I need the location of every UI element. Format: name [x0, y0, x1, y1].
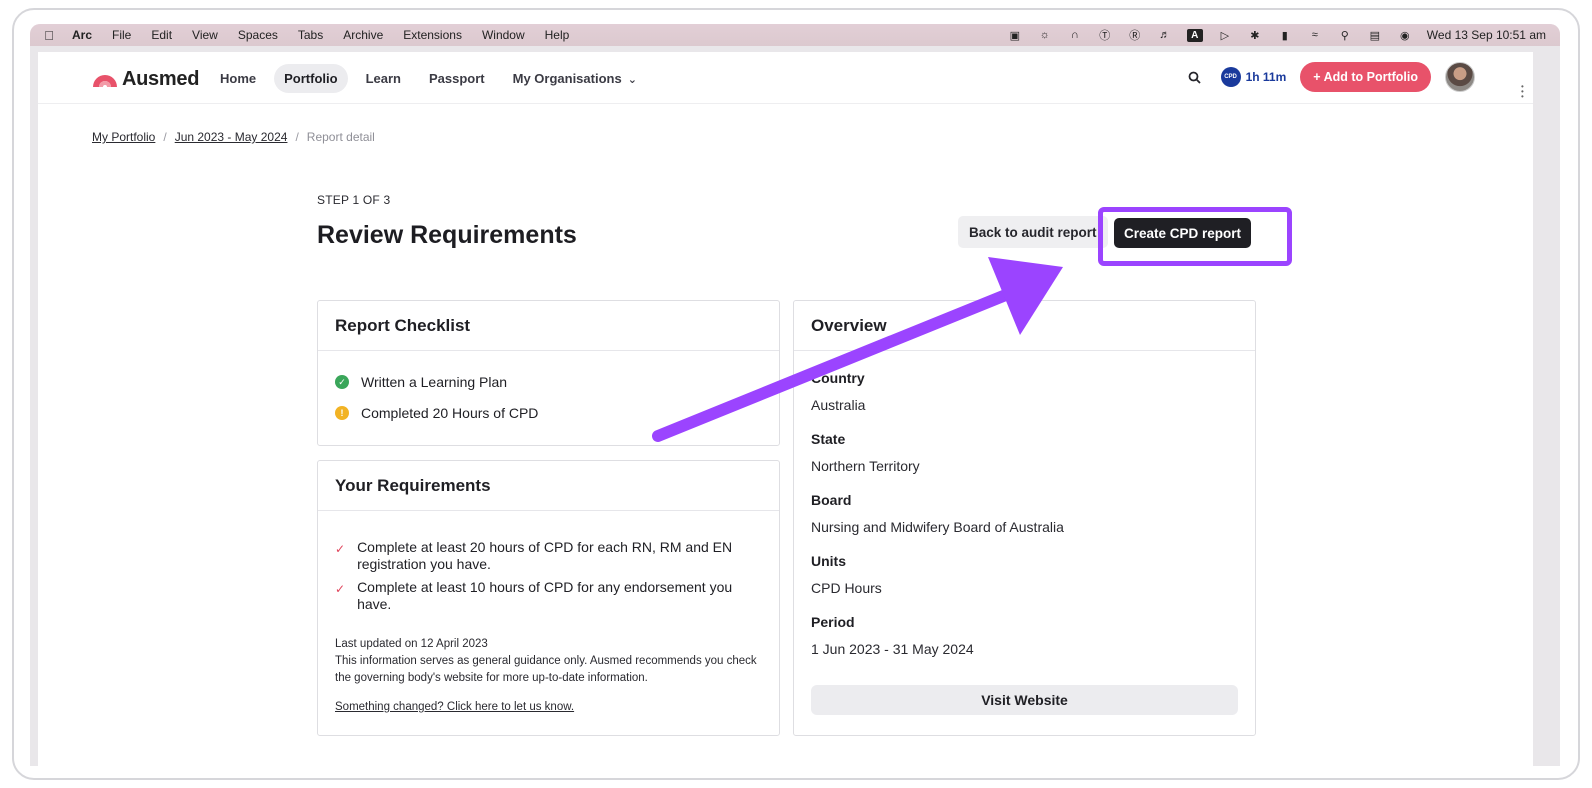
nav-passport[interactable]: Passport — [419, 64, 495, 93]
ausmed-logo[interactable]: Ausmed — [92, 68, 199, 91]
visit-website-button[interactable]: Visit Website — [811, 685, 1238, 715]
bluetooth-icon[interactable]: ✱ — [1247, 29, 1263, 42]
menu-file[interactable]: File — [112, 28, 131, 42]
nav-my-organisations[interactable]: My Organisations ⌄ — [503, 64, 647, 93]
header-actions: CPD 1h 11m + Add to Portfolio — [1183, 62, 1475, 92]
back-to-audit-report-button[interactable]: Back to audit report — [958, 216, 1108, 248]
breadcrumb: My Portfolio / Jun 2023 - May 2024 / Rep… — [92, 130, 375, 144]
menu-spaces[interactable]: Spaces — [238, 28, 278, 42]
keyboard-input-icon[interactable]: A — [1186, 28, 1203, 42]
menu-tabs[interactable]: Tabs — [298, 28, 323, 42]
overview-units-label: Units — [811, 553, 846, 569]
overview-units-value: CPD Hours — [811, 580, 882, 596]
brightness-icon[interactable]: ☼ — [1037, 29, 1053, 42]
cpd-time-indicator[interactable]: CPD 1h 11m — [1220, 67, 1287, 87]
something-changed-link[interactable]: Something changed? Click here to let us … — [335, 701, 574, 713]
requirement-text: Complete at least 20 hours of CPD for ea… — [357, 539, 733, 572]
check-icon: ✓ — [335, 542, 346, 556]
menu-window[interactable]: Window — [482, 28, 525, 42]
overview-period-value: 1 Jun 2023 - 31 May 2024 — [811, 641, 974, 657]
ausmed-logo-mark-icon — [93, 74, 117, 87]
menu-app-name[interactable]: Arc — [72, 28, 92, 42]
requirement-item: ✓ Complete at least 10 hours of CPD for … — [335, 579, 755, 613]
nav-home[interactable]: Home — [210, 64, 266, 93]
checklist-item: ✓ Written a Learning Plan — [335, 374, 507, 390]
screenshot-frame:  Arc File Edit View Spaces Tabs Archive… — [12, 8, 1580, 780]
site-header: Ausmed Home Portfolio Learn Passport My … — [38, 52, 1533, 104]
siri-icon[interactable]: ◉ — [1397, 29, 1413, 42]
avatar[interactable] — [1445, 62, 1475, 92]
overview-title: Overview — [794, 301, 1255, 351]
main-nav: Home Portfolio Learn Passport My Organis… — [210, 64, 647, 93]
browser-window:  Arc File Edit View Spaces Tabs Archive… — [30, 24, 1560, 766]
overview-card: Overview Country Australia State Norther… — [793, 300, 1256, 736]
control-center-icon[interactable]: ▤ — [1367, 29, 1383, 42]
apple-menu-icon[interactable]:  — [42, 28, 56, 43]
check-complete-icon: ✓ — [335, 375, 349, 389]
overview-state-value: Northern Territory — [811, 458, 920, 474]
cpd-time-value: 1h 11m — [1245, 70, 1287, 84]
requirements-note: Last updated on 12 April 2023 This infor… — [335, 636, 765, 687]
last-updated-text: Last updated on 12 April 2023 — [335, 638, 488, 650]
requirement-item: ✓ Complete at least 20 hours of CPD for … — [335, 539, 755, 573]
checklist-item-label: Completed 20 Hours of CPD — [361, 405, 539, 421]
onepassword-icon[interactable]: Ⓣ — [1097, 29, 1113, 42]
highlight-annotation-box — [1098, 207, 1292, 266]
search-button[interactable] — [1183, 65, 1207, 89]
overview-board-value: Nursing and Midwifery Board of Australia — [811, 519, 1064, 535]
breadcrumb-separator: / — [295, 130, 299, 144]
web-page: Ausmed Home Portfolio Learn Passport My … — [38, 52, 1533, 766]
arc-icon[interactable]: ∩ — [1067, 29, 1083, 42]
annotation-arrow — [652, 257, 1063, 442]
checklist-item: ! Completed 20 Hours of CPD — [335, 405, 538, 421]
breadcrumb-period[interactable]: Jun 2023 - May 2024 — [175, 130, 288, 144]
spotlight-search-icon[interactable]: ⚲ — [1337, 29, 1353, 42]
nav-portfolio[interactable]: Portfolio — [274, 64, 348, 93]
search-icon — [1188, 71, 1201, 84]
disclaimer-text: This information serves as general guida… — [335, 655, 757, 684]
calendar-icon[interactable]: ▣ — [1007, 29, 1023, 42]
menu-extensions[interactable]: Extensions — [403, 28, 462, 42]
scrollbar-handle[interactable]: • • • — [1521, 83, 1527, 101]
report-checklist-card: Report Checklist ✓ Written a Learning Pl… — [317, 300, 780, 446]
overview-period-label: Period — [811, 614, 855, 630]
chevron-down-icon: ⌄ — [627, 74, 637, 86]
wifi-icon[interactable]: ≈ — [1307, 29, 1323, 42]
step-indicator: STEP 1 OF 3 — [317, 193, 391, 207]
your-requirements-title: Your Requirements — [318, 461, 779, 511]
check-icon: ✓ — [335, 582, 346, 596]
nav-my-organisations-label: My Organisations — [512, 71, 622, 86]
mac-menubar:  Arc File Edit View Spaces Tabs Archive… — [30, 24, 1560, 46]
breadcrumb-current: Report detail — [306, 130, 375, 144]
checklist-item-label: Written a Learning Plan — [361, 374, 508, 390]
volume-icon[interactable]: ♬ — [1157, 29, 1173, 42]
page-title: Review Requirements — [317, 221, 577, 249]
nav-learn[interactable]: Learn — [356, 64, 411, 93]
requirement-text: Complete at least 10 hours of CPD for an… — [357, 579, 733, 612]
grammarly-icon[interactable]: Ⓡ — [1127, 29, 1143, 42]
overview-state-label: State — [811, 431, 846, 447]
cpd-badge-icon: CPD — [1220, 67, 1241, 87]
overview-country-label: Country — [811, 370, 865, 386]
your-requirements-card: Your Requirements ✓ Complete at least 20… — [317, 460, 780, 736]
battery-icon[interactable]: ▮ — [1277, 29, 1293, 42]
menu-edit[interactable]: Edit — [151, 28, 172, 42]
report-checklist-title: Report Checklist — [318, 301, 779, 351]
breadcrumb-separator: / — [163, 130, 167, 144]
logo-text: Ausmed — [122, 68, 200, 90]
menu-archive[interactable]: Archive — [343, 28, 383, 42]
warning-icon: ! — [335, 406, 349, 420]
overview-board-label: Board — [811, 492, 852, 508]
menu-help[interactable]: Help — [545, 28, 570, 42]
menu-view[interactable]: View — [192, 28, 218, 42]
breadcrumb-my-portfolio[interactable]: My Portfolio — [92, 130, 155, 144]
overview-country-value: Australia — [811, 397, 866, 413]
add-to-portfolio-button[interactable]: + Add to Portfolio — [1300, 62, 1431, 92]
play-icon[interactable]: ▷ — [1217, 29, 1233, 42]
menubar-clock[interactable]: Wed 13 Sep 10:51 am — [1427, 28, 1546, 42]
